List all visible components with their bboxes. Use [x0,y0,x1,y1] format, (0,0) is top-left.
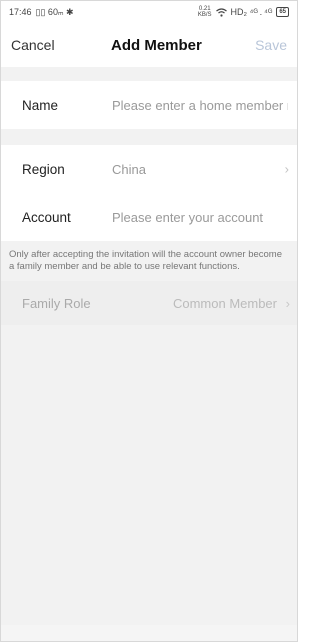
chevron-right-icon: › [285,295,290,311]
page-title: Add Member [111,36,202,54]
family-role-row[interactable]: Family Role Common Member › [1,281,297,325]
signal-icon: HD₂ ⁴ᴳ . ⁴ᴳ [230,7,273,17]
status-bar: 17:46 ▯▯ 60ₘ ✱ 0.21 KB/S HD₂ ⁴ᴳ . ⁴ᴳ 65 [1,1,297,23]
invitation-note: Only after accepting the invitation will… [1,241,297,281]
region-row[interactable]: Region China › [1,145,297,193]
region-value: China [112,161,146,177]
name-label: Name [22,97,59,113]
empty-area [1,325,297,625]
account-label: Account [22,209,71,225]
cancel-button[interactable]: Cancel [11,37,55,53]
account-input[interactable] [112,209,288,225]
name-input[interactable] [112,97,288,113]
region-label: Region [22,161,65,177]
network-speed: 0.21 KB/S [197,6,212,18]
section-divider [1,129,297,145]
notification-icons: ▯▯ 60ₘ ✱ [35,6,74,17]
account-row: Account [1,193,297,241]
clock: 17:46 [9,7,32,17]
screen: 17:46 ▯▯ 60ₘ ✱ 0.21 KB/S HD₂ ⁴ᴳ . ⁴ᴳ 65 … [0,0,298,642]
family-role-label: Family Role [22,295,91,311]
battery-icon: 65 [276,7,289,17]
wifi-icon [215,7,227,17]
save-button[interactable]: Save [255,37,287,53]
section-divider [1,67,297,81]
name-row: Name [1,81,297,129]
chevron-right-icon: › [284,161,289,177]
nav-header: Cancel Add Member Save [1,23,297,67]
family-role-value: Common Member [172,295,277,311]
